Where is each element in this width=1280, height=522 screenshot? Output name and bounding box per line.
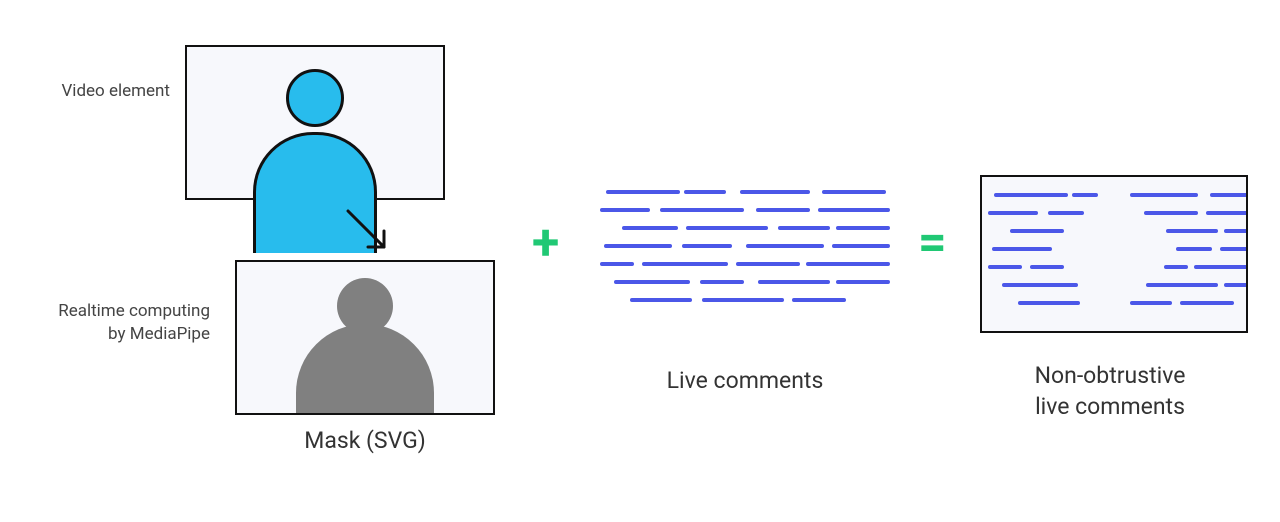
- video-element-label: Video element: [10, 80, 170, 103]
- silhouette-head-icon: [337, 278, 393, 334]
- equals-icon: =: [918, 218, 947, 268]
- video-element-panel: [185, 45, 445, 200]
- live-comments-panel: [600, 180, 890, 330]
- live-comments-label: Live comments: [600, 365, 890, 396]
- silhouette-body-icon: [296, 324, 434, 415]
- avatar-head-icon: [286, 69, 344, 127]
- mask-svg-panel: [235, 260, 495, 415]
- result-panel: [980, 175, 1248, 333]
- arrow-down-icon: [340, 205, 400, 265]
- mask-svg-label: Mask (SVG): [235, 425, 495, 456]
- realtime-computing-label: Realtime computingby MediaPipe: [10, 300, 210, 346]
- plus-icon: +: [532, 218, 559, 268]
- result-label: Non-obtrustivelive comments: [960, 360, 1260, 422]
